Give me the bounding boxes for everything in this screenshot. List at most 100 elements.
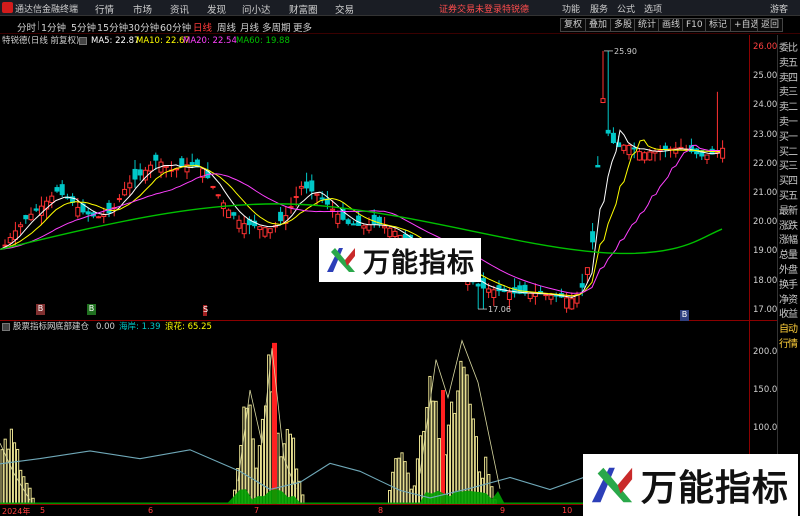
quote-field-label[interactable]: 卖三 — [779, 87, 800, 98]
candle-body — [600, 98, 606, 104]
menu-right-item[interactable]: 选项 — [644, 2, 662, 15]
quote-field-label[interactable]: 涨跌 — [779, 221, 800, 232]
period-tab[interactable]: 多周期 — [262, 20, 291, 34]
indicator-bar — [431, 400, 435, 504]
settings-icon[interactable] — [79, 37, 87, 45]
candle-body — [54, 187, 60, 192]
quote-field-label[interactable]: 总量 — [779, 250, 800, 261]
menu-item[interactable]: 市场 — [133, 2, 152, 16]
candle-body — [18, 224, 24, 228]
candle-body — [278, 211, 284, 222]
menu-item[interactable]: 资讯 — [170, 2, 189, 16]
quote-field-label[interactable]: 买二 — [779, 147, 800, 158]
period-tab[interactable]: 周线 — [217, 20, 236, 34]
candle-body — [579, 283, 585, 288]
indicator-bar — [456, 390, 460, 504]
quote-field-label[interactable]: 卖一 — [779, 117, 800, 128]
toolbar-button[interactable]: F10 — [682, 18, 707, 32]
quote-field-label[interactable]: 外盘 — [779, 265, 800, 276]
indicator-bar — [468, 403, 472, 504]
menu-right-item[interactable]: 游客 — [770, 2, 788, 15]
candle-body — [148, 164, 154, 172]
indicator-bar — [0, 449, 4, 504]
toolbar-button[interactable]: 统计 — [634, 18, 661, 32]
candle-body — [361, 225, 367, 229]
signal-marker: B — [36, 304, 45, 315]
quote-field-label[interactable]: 买三 — [779, 161, 800, 172]
candle-body — [7, 237, 13, 244]
toolbar-button[interactable]: 返回 — [757, 18, 784, 32]
toolbar-button[interactable]: 标记 — [705, 18, 732, 32]
candle-body — [564, 297, 570, 309]
quote-field-label[interactable]: 卖四 — [779, 73, 800, 84]
indicator-bar — [19, 469, 23, 504]
period-tab[interactable]: 5分钟 — [71, 20, 96, 34]
menu-item[interactable]: 问小达 — [242, 2, 271, 16]
indicator-bar — [291, 437, 296, 504]
period-tab[interactable]: 1分钟 — [41, 20, 66, 34]
period-tab[interactable]: 15分钟 — [97, 20, 128, 34]
candle-body — [356, 215, 362, 226]
candle-body — [257, 226, 263, 231]
quote-field-label[interactable]: 委比 — [779, 43, 800, 54]
indicator-settings-icon[interactable] — [2, 323, 10, 331]
menu-right-item[interactable]: 服务 — [590, 2, 608, 15]
candle-body — [330, 208, 336, 211]
menu-item[interactable]: 交易 — [335, 2, 354, 16]
candle-body — [610, 132, 616, 144]
separator — [38, 21, 39, 30]
quote-field-label[interactable]: 买五 — [779, 191, 800, 202]
stock-name-badge[interactable]: 特锐德 — [502, 2, 529, 15]
candle-body — [704, 154, 710, 160]
quote-field-label[interactable]: 卖五 — [779, 58, 800, 69]
period-tab-selected[interactable]: 日线 — [193, 20, 212, 34]
candle-body — [293, 196, 299, 199]
menu-item[interactable]: 财富圈 — [289, 2, 318, 16]
indicator-value: 0.00 — [96, 322, 115, 332]
toolbar-button[interactable]: 画线 — [658, 18, 685, 32]
candle-body — [314, 193, 320, 196]
indicator-tick-label: 150.0 — [753, 385, 778, 395]
watermark-text: 万能指标 — [363, 247, 475, 279]
indicator-bar — [6, 448, 10, 504]
toolbar-button[interactable]: 多股 — [610, 18, 637, 32]
stock-chart-window: 通达信金融终端 行情 市场 资讯 发现 问小达 财富圈 交易 证券交易未登录 特… — [0, 0, 800, 516]
quote-field-label[interactable]: 行情 — [779, 339, 800, 350]
quote-field-label[interactable]: 买一 — [779, 132, 800, 143]
indicator-bar — [248, 404, 252, 504]
quote-field-label[interactable]: 最新 — [779, 206, 800, 217]
quote-field-label[interactable]: 自动 — [779, 324, 800, 335]
candle-body — [215, 194, 221, 197]
menu-item[interactable]: 发现 — [207, 2, 226, 16]
period-tab[interactable]: 月线 — [240, 20, 259, 34]
quote-field-label[interactable]: 换手 — [779, 280, 800, 291]
quote-field-label[interactable]: 卖二 — [779, 102, 800, 113]
candle-body — [569, 298, 575, 310]
quote-field-label[interactable]: 净资 — [779, 295, 800, 306]
quote-field-label[interactable]: 收益 — [779, 309, 800, 320]
candle-body — [33, 208, 39, 211]
period-tab[interactable]: 60分钟 — [160, 20, 191, 34]
quote-field-label[interactable]: 涨幅 — [779, 235, 800, 246]
candle-body — [647, 151, 653, 161]
period-tab[interactable]: 分时 — [17, 20, 36, 34]
period-tab[interactable]: 30分钟 — [128, 20, 159, 34]
menu-right-item[interactable]: 功能 — [562, 2, 580, 15]
candle-body — [319, 197, 325, 200]
menu-right-item[interactable]: 公式 — [617, 2, 635, 15]
ma60-label: MA60: 19.88 — [236, 36, 290, 46]
date-label: 2024年 — [2, 507, 31, 516]
menu-item[interactable]: 行情 — [95, 2, 114, 16]
signal-marker: B — [87, 304, 96, 315]
candle-body — [475, 283, 481, 287]
candle-body — [621, 144, 627, 151]
login-status[interactable]: 证券交易未登录 — [439, 2, 502, 15]
quote-side-panel: 委比卖五卖四卖三卖二卖一买一买二买三买四买五最新涨跌涨幅总量外盘换手净资收益自动… — [777, 35, 800, 516]
indicator-bar — [257, 445, 261, 504]
indicator-bar — [412, 485, 416, 504]
quote-field-label[interactable]: 买四 — [779, 176, 800, 187]
toolbar-button[interactable]: 复权 — [560, 18, 587, 32]
candle-body — [584, 267, 590, 275]
period-tab[interactable]: 更多 — [293, 20, 312, 34]
toolbar-button[interactable]: 叠加 — [585, 18, 612, 32]
